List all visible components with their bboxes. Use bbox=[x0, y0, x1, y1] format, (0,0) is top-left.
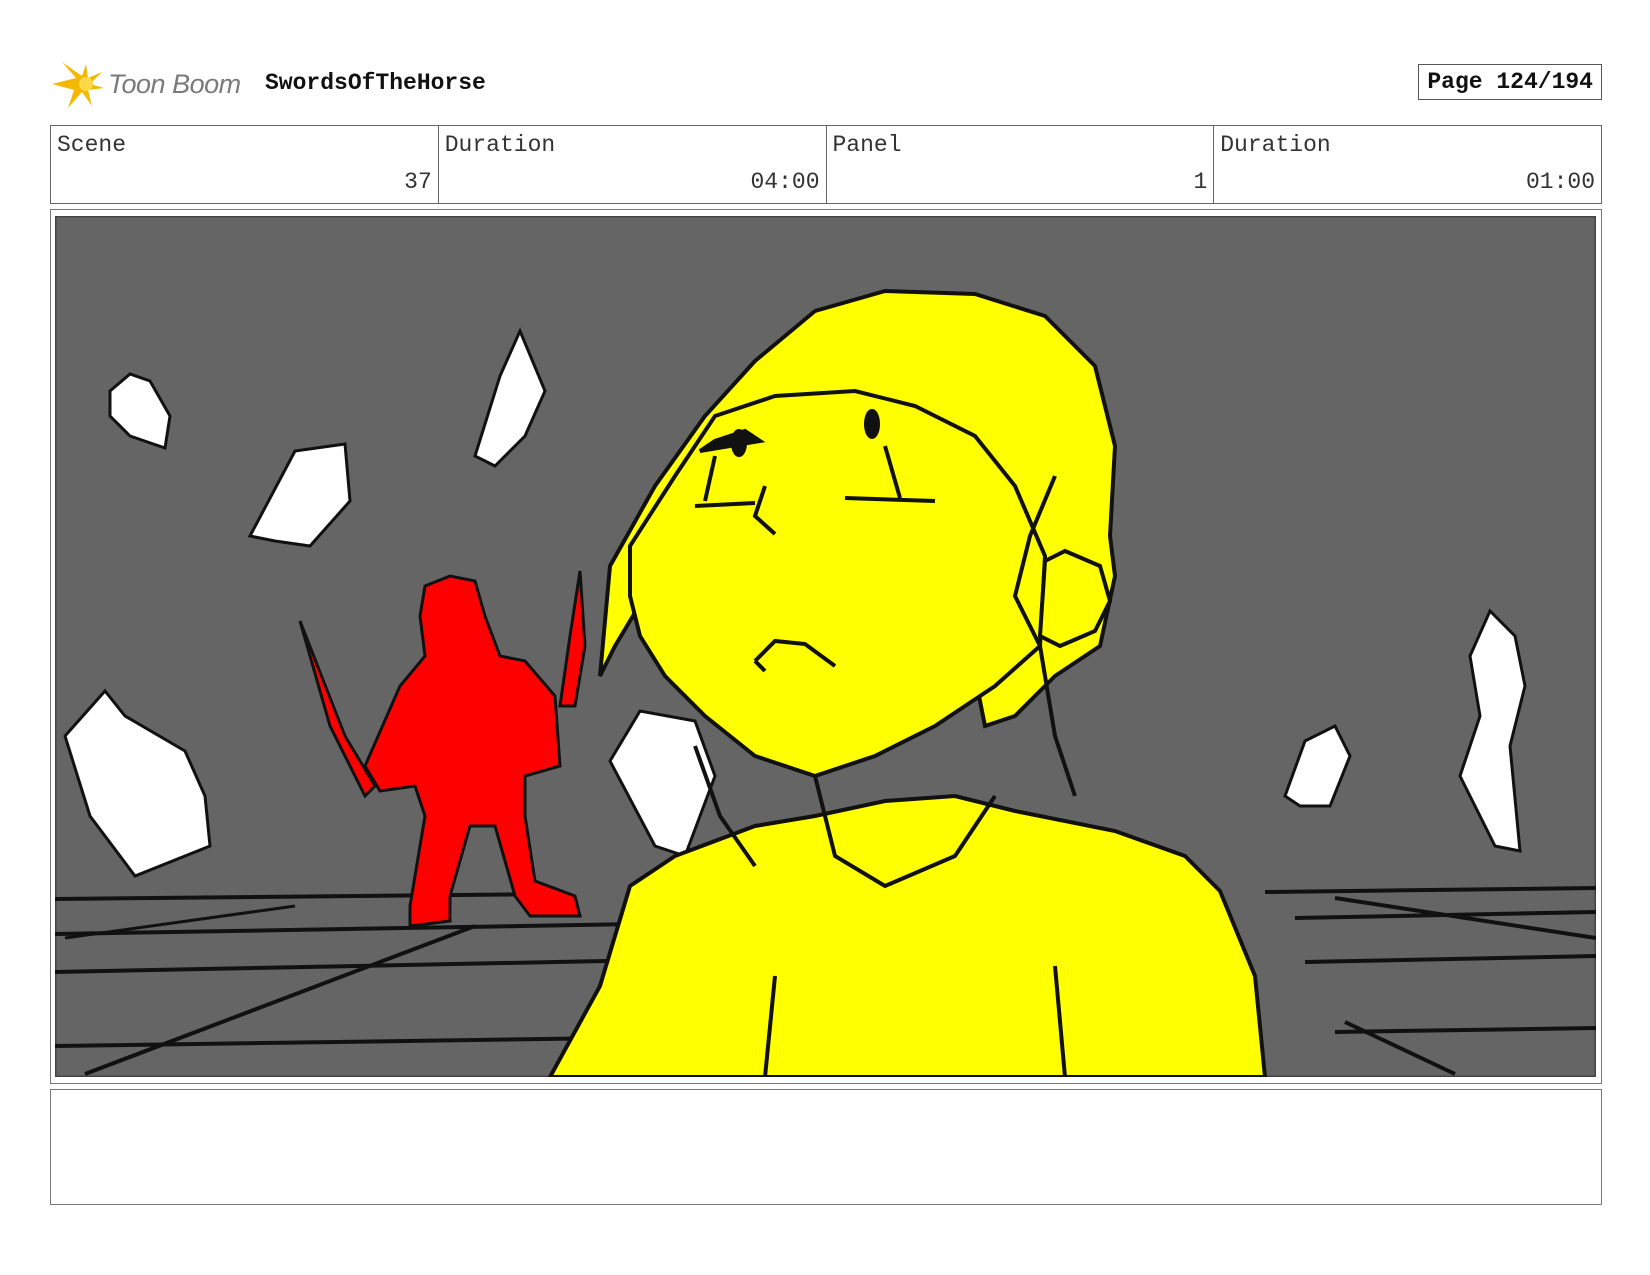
panel-duration-label: Duration bbox=[1220, 132, 1331, 158]
scene-duration-cell: Duration 04:00 bbox=[439, 126, 827, 203]
scene-duration-value: 04:00 bbox=[750, 169, 820, 195]
scene-info-table: Scene 37 Duration 04:00 Panel 1 Duration… bbox=[50, 125, 1602, 204]
page-header: Toon Boom SwordsOfTheHorse Page 124/194 bbox=[50, 58, 1602, 110]
scene-duration-label: Duration bbox=[444, 132, 556, 158]
project-title: SwordsOfTheHorse bbox=[265, 70, 486, 96]
starburst-logo-icon bbox=[52, 62, 104, 108]
panel-value: 1 bbox=[1193, 169, 1208, 195]
panel-drawing bbox=[55, 216, 1596, 1077]
toon-boom-logo: Toon Boom bbox=[50, 58, 241, 110]
storyboard-panel bbox=[50, 209, 1602, 1084]
scene-value: 37 bbox=[404, 169, 432, 195]
panel-notes bbox=[50, 1089, 1602, 1205]
panel-cell: Panel 1 bbox=[827, 126, 1215, 203]
page-number: Page 124/194 bbox=[1418, 64, 1602, 100]
panel-duration-value: 01:00 bbox=[1525, 169, 1595, 195]
logo-text: Toon Boom bbox=[108, 68, 241, 99]
scene-label: Scene bbox=[57, 132, 127, 158]
scene-cell: Scene 37 bbox=[51, 126, 439, 203]
panel-duration-cell: Duration 01:00 bbox=[1214, 126, 1601, 203]
panel-label: Panel bbox=[832, 132, 902, 158]
